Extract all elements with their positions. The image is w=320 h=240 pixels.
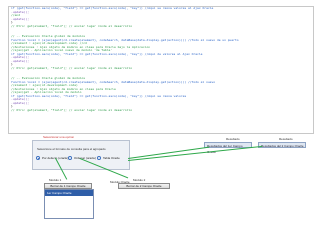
radio-order[interactable] [68,156,72,160]
code-line: // Otro: get(element, "field"); // envia… [11,108,133,112]
form-area: Seleccionar una opcion Seleccione el for… [0,132,320,240]
field1-listbox[interactable]: 1er Campo Oracle [44,189,94,219]
code-editor[interactable]: if (get(function.ascs(code), "field") ==… [8,6,314,134]
module2-label: Modulo 2 [133,178,146,182]
option-panel-subtitle: Seleccione el formato de consulta para e… [37,147,106,151]
radio-table[interactable] [97,156,101,160]
field1-listbox-selected[interactable]: 1er Campo Oracle [45,190,93,196]
delete-field2-button[interactable]: Borrar de 2 Campo Oracle [118,183,170,189]
radio-default[interactable] [36,156,40,160]
result2-field[interactable]: Resultados del 2 Campo Oracle [258,142,306,148]
module1-label: Modulo 1 [49,178,62,182]
result2-title: Resultado [279,137,293,141]
radio-table-label: Tabla Oracle [103,156,120,160]
result1-title: Resultado [226,137,240,141]
option-panel-title: Seleccionar una opcion [43,135,75,139]
option-panel: Seleccionar una opcion Seleccione el for… [32,135,130,170]
